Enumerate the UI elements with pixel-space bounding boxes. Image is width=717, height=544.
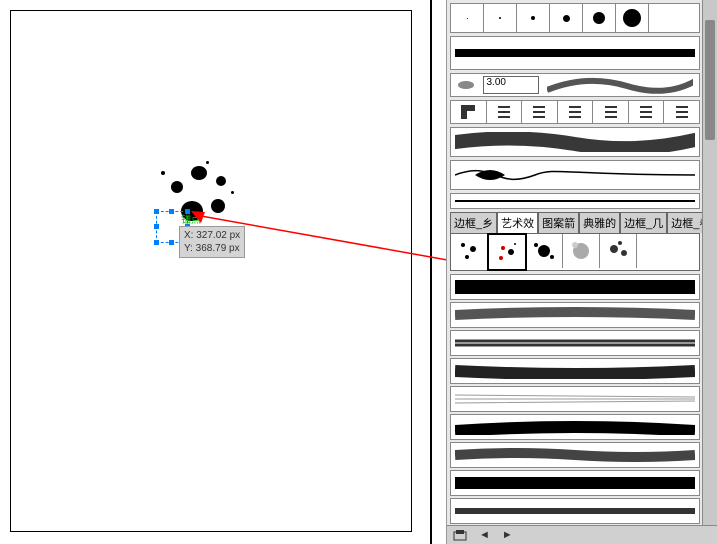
brush-stroke-3[interactable] — [450, 330, 700, 356]
stroke-preview-flat[interactable] — [450, 36, 700, 70]
align-3[interactable] — [558, 101, 594, 123]
brush-stroke-8[interactable] — [450, 470, 700, 496]
corner-pattern-icon[interactable] — [451, 101, 487, 123]
ornament-stroke-preview[interactable] — [450, 160, 700, 190]
scrollbar-thumb[interactable] — [705, 20, 715, 140]
brush-stroke-9[interactable] — [450, 498, 700, 524]
tab-elegant[interactable]: 典雅的 — [579, 212, 620, 233]
brush-category-tabs: 边框_乡 艺术效 图案箭 典雅的 边框_几 边框_卷 — [450, 212, 700, 233]
align-6[interactable] — [664, 101, 699, 123]
align-5[interactable] — [629, 101, 665, 123]
brush-stroke-6[interactable] — [450, 414, 700, 440]
coord-y: Y: 368.79 px — [184, 242, 240, 255]
art-brush-1[interactable] — [451, 234, 488, 268]
thin-line-preview[interactable] — [450, 193, 700, 209]
brush-size-xl[interactable] — [616, 4, 649, 32]
canvas-area[interactable]: 锚点 X: 327.02 px Y: 368.79 px — [0, 0, 432, 544]
next-button[interactable]: ► — [502, 529, 513, 541]
brush-size-xs[interactable] — [484, 4, 517, 32]
brush-stroke-2[interactable] — [450, 302, 700, 328]
pattern-alignment-row — [450, 100, 700, 124]
brush-size-md[interactable] — [550, 4, 583, 32]
brushes-panel: 3.00 边框_乡 艺术效 图案箭 典雅的 边框_几 边框_卷 — [446, 0, 717, 544]
wave-preview — [547, 76, 693, 94]
brush-stroke-4[interactable] — [450, 358, 700, 384]
artistic-brush-thumbnails — [450, 233, 700, 271]
coordinate-tooltip: X: 327.02 px Y: 368.79 px — [179, 226, 245, 258]
tab-border-2[interactable]: 边框_几 — [620, 212, 667, 233]
brush-tip-icon — [457, 80, 475, 90]
tab-artistic[interactable]: 艺术效 — [497, 212, 538, 233]
brush-size-control: 3.00 — [450, 73, 700, 97]
brush-stroke-7[interactable] — [450, 442, 700, 468]
brush-size-lg[interactable] — [583, 4, 616, 32]
panel-footer: ◄ ► — [447, 525, 717, 544]
basic-brush-sizes-row — [450, 3, 700, 33]
tab-pattern-arrow[interactable]: 图案箭 — [538, 212, 579, 233]
prev-button[interactable]: ◄ — [479, 529, 490, 541]
align-4[interactable] — [593, 101, 629, 123]
brush-size-tiny[interactable] — [451, 4, 484, 32]
tab-border-1[interactable]: 边框_乡 — [450, 212, 497, 233]
art-brush-4[interactable] — [563, 234, 600, 268]
align-2[interactable] — [522, 101, 558, 123]
brush-stroke-5[interactable] — [450, 386, 700, 412]
tab-border-3[interactable]: 边框_卷 — [667, 212, 703, 233]
brush-size-sm[interactable] — [517, 4, 550, 32]
panel-scrollbar[interactable] — [702, 0, 717, 526]
coord-x: X: 327.02 px — [184, 229, 240, 242]
anchor-label: 锚点 — [181, 211, 201, 226]
brush-library-icon[interactable] — [453, 529, 467, 541]
grunge-stroke-preview[interactable] — [450, 127, 700, 157]
align-1[interactable] — [487, 101, 523, 123]
art-brush-5[interactable] — [600, 234, 637, 268]
art-brush-2-selected[interactable] — [487, 233, 527, 271]
brush-size-input[interactable]: 3.00 — [483, 76, 540, 94]
brush-stroke-1[interactable] — [450, 274, 700, 300]
art-brush-3[interactable] — [526, 234, 563, 268]
canvas-page[interactable]: 锚点 X: 327.02 px Y: 368.79 px — [10, 10, 412, 532]
